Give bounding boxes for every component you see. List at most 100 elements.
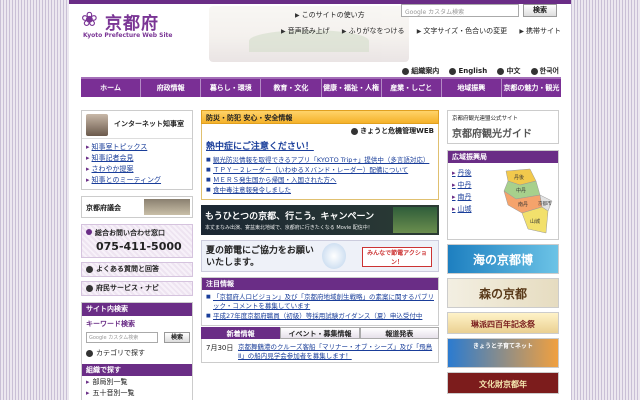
power-saving-banner[interactable]: 夏の節電にご協力をお願いいたします。 みんなで節電アクション！ bbox=[201, 240, 439, 272]
org-link[interactable]: 部局別一覧 bbox=[86, 377, 188, 388]
org-links: 部局別一覧 五十音別一覧 bbox=[82, 376, 192, 400]
flower-emblem-icon: ❀ bbox=[81, 7, 98, 31]
org-link[interactable]: 五十音別一覧 bbox=[86, 388, 188, 399]
tourism-guide-banner[interactable]: 京都府観光連盟公式サイト 京都府観光ガイド bbox=[447, 110, 559, 144]
contact-box[interactable]: 総合お問い合わせ窓口 075-411-5000 bbox=[81, 224, 193, 258]
map-label: 南丹 bbox=[518, 201, 528, 208]
language-links: 組織案内 English 中文 한국어 bbox=[394, 66, 559, 76]
phone-icon bbox=[86, 229, 92, 235]
notice-item[interactable]: 平成27年度京都府職員（初級）等採用試験ガイダンス（夏）申込受付中 bbox=[206, 312, 434, 321]
lang-korean[interactable]: 한국어 bbox=[530, 67, 559, 75]
notice-item[interactable]: 「京都府人口ビジョン」及び「京都府地域創生戦略」の素案に関するパブリック・コメン… bbox=[206, 293, 434, 311]
accessibility-links: ▶ 音声読み上げ ▶ ふりがなをつける ▶ 文字サイズ・色合いの変更 ▶ 携帯サイト bbox=[281, 26, 571, 36]
regional-office-box: 広域振興局 丹後 中丹 南丹 山城 丹後 中丹 南丹 京都市 bbox=[447, 150, 559, 240]
region-link[interactable]: 山城 bbox=[452, 203, 472, 215]
campaign-subtitle: 本丈まなみ出演、宴盆東北地域で、京都府に行きたくなる Movie 配信中！ bbox=[205, 225, 373, 231]
nav-home[interactable]: ホーム bbox=[81, 79, 142, 97]
safety-news-item[interactable]: 食中毒注意報発令しました bbox=[206, 185, 434, 195]
keyword-search-label: キーワード検索 bbox=[86, 320, 135, 328]
region-link[interactable]: 南丹 bbox=[452, 191, 472, 203]
news-link[interactable]: 京都舞鶴港のクルーズ客船「マリナー・オブ・シーズ」及び「飛鳥Ⅱ」の船内見学会参加… bbox=[238, 343, 434, 361]
campaign-image bbox=[393, 207, 437, 233]
right-column: 京都府観光連盟公式サイト 京都府観光ガイド 広域振興局 丹後 中丹 南丹 山城 bbox=[447, 110, 559, 394]
top-search-input[interactable]: Google カスタム検索 bbox=[401, 4, 519, 17]
council-label: 京都府議会 bbox=[86, 204, 121, 212]
guide-subtitle: 京都府観光連盟公式サイト bbox=[452, 116, 519, 122]
safety-news-list: 観光防災情報を取得できるアプリ「KYOTO Trip+」提供中（多言語対応） Ｔ… bbox=[206, 155, 434, 195]
safety-news-item[interactable]: ＴＰＹ－２レーダー（いわゆるＸバンド・レーダー）配備について bbox=[206, 165, 434, 175]
governor-link[interactable]: さわやか提案 bbox=[86, 164, 188, 175]
voice-reading-link[interactable]: ▶ 音声読み上げ bbox=[281, 27, 330, 35]
governor-link[interactable]: 知事記者会見 bbox=[86, 153, 188, 164]
arrow-icon: ▶ bbox=[416, 28, 422, 35]
site-guide-link[interactable]: ▶ このサイトの使い方 bbox=[295, 10, 365, 20]
nav-health[interactable]: 健康・福祉・人権 bbox=[322, 79, 382, 97]
governor-photo bbox=[86, 114, 108, 136]
umi-no-kyoto-banner[interactable]: 海の京都博 bbox=[447, 244, 559, 274]
nav-tourism[interactable]: 京都の魅力・観光 bbox=[502, 79, 561, 97]
center-column: 防災・防犯 安心・安全情報 きょうと危機管理WEB 熱中症にご注意ください！ 観… bbox=[201, 110, 439, 363]
side-search-input[interactable]: Google カスタム検索 bbox=[86, 332, 158, 343]
heatstroke-alert-link[interactable]: 熱中症にご注意ください！ bbox=[206, 139, 434, 152]
tab-press[interactable]: 報道発表 bbox=[359, 327, 439, 339]
crisis-web-link[interactable]: きょうと危機管理WEB bbox=[206, 126, 434, 136]
governor-box: インターネット知事室 知事室トピックス 知事記者会見 さわやか提案 知事とのミー… bbox=[81, 110, 193, 190]
lang-org-guide[interactable]: 組織案内 bbox=[402, 67, 439, 75]
tab-new-info[interactable]: 新着情報 bbox=[201, 327, 281, 339]
arrow-icon: ▶ bbox=[341, 28, 347, 35]
bullet-icon bbox=[86, 284, 93, 292]
rinpa-banner[interactable]: 琳派四百年記念祭 bbox=[447, 312, 559, 334]
right-background-stripe bbox=[571, 0, 640, 400]
global-nav: ホーム 府政情報 暮らし・環境 教育・文化 健康・福祉・人権 産業・しごと 地域… bbox=[81, 77, 561, 97]
nav-industry[interactable]: 産業・しごと bbox=[382, 79, 442, 97]
governor-header[interactable]: インターネット知事室 bbox=[82, 111, 192, 139]
faq-button[interactable]: よくある質問と回答 bbox=[81, 262, 193, 277]
safety-news-item[interactable]: ＭＥＲＳ発生国から帰国・入国された方へ bbox=[206, 175, 434, 185]
map-label: 山城 bbox=[530, 218, 540, 225]
childcare-banner[interactable]: きょうと子育てネット bbox=[447, 338, 559, 368]
mori-no-kyoto-banner[interactable]: 森の京都 bbox=[447, 278, 559, 308]
region-link[interactable]: 丹後 bbox=[452, 167, 472, 179]
bullet-icon bbox=[402, 67, 410, 75]
notice-box: 注目情報 「京都府人口ビジョン」及び「京都府地域創生戦略」の素案に関するパブリッ… bbox=[201, 277, 439, 326]
bullet-icon bbox=[497, 67, 505, 75]
mobile-site-link[interactable]: ▶ 携帯サイト bbox=[519, 27, 561, 35]
safety-news-item[interactable]: 観光防災情報を取得できるアプリ「KYOTO Trip+」提供中（多言語対応） bbox=[206, 155, 434, 165]
bullet-icon bbox=[530, 67, 538, 75]
service-navi-button[interactable]: 府民サービス・ナビ bbox=[81, 281, 193, 296]
council-banner[interactable]: 京都府議会 bbox=[81, 196, 193, 218]
lang-chinese[interactable]: 中文 bbox=[497, 67, 520, 75]
regional-links: 丹後 中丹 南丹 山城 bbox=[452, 167, 472, 215]
map-label: 中丹 bbox=[516, 187, 526, 194]
bullet-icon bbox=[351, 127, 359, 135]
power-saving-tag: みんなで節電アクション！ bbox=[362, 247, 432, 267]
contact-phone: 075-411-5000 bbox=[96, 240, 182, 253]
nav-government[interactable]: 府政情報 bbox=[141, 79, 202, 97]
campaign-banner[interactable]: もうひとつの京都、行こう。キャンペーン 本丈まなみ出演、宴盆東北地域で、京都府に… bbox=[201, 205, 439, 235]
category-search-link[interactable]: カテゴリで探す bbox=[82, 346, 192, 360]
governor-link[interactable]: 知事とのミーティング bbox=[86, 175, 188, 186]
governor-links: 知事室トピックス 知事記者会見 さわやか提案 知事とのミーティング bbox=[82, 139, 192, 189]
furigana-link[interactable]: ▶ ふりがなをつける bbox=[342, 27, 405, 35]
side-search-button[interactable]: 検索 bbox=[164, 332, 190, 343]
site-search-box: サイト内検索 キーワード検索 Google カスタム検索 検索 カテゴリで探す … bbox=[81, 302, 193, 400]
logo-japanese: 京都府 bbox=[105, 14, 159, 34]
region-link[interactable]: 中丹 bbox=[452, 179, 472, 191]
contact-label: 総合お問い合わせ窓口 bbox=[95, 229, 165, 237]
text-size-link[interactable]: ▶ 文字サイズ・色合いの変更 bbox=[417, 27, 507, 35]
bullet-icon bbox=[86, 265, 93, 273]
cultural-year-banner[interactable]: 文化財京都年 bbox=[447, 372, 559, 394]
top-search-button[interactable]: 検索 bbox=[523, 4, 557, 17]
bullet-icon bbox=[86, 349, 93, 357]
power-saving-title: 夏の節電にご協力をお願いいたします。 bbox=[206, 246, 314, 268]
news-tabs: 新着情報 イベント・募集情報 報道発表 bbox=[201, 327, 439, 339]
lang-english[interactable]: English bbox=[449, 67, 487, 75]
kyoto-map[interactable]: 丹後 中丹 南丹 京都市 山城 bbox=[486, 167, 558, 237]
tab-events[interactable]: イベント・募集情報 bbox=[280, 327, 360, 339]
nav-education[interactable]: 教育・文化 bbox=[261, 79, 322, 97]
governor-link[interactable]: 知事室トピックス bbox=[86, 142, 188, 153]
nav-regional[interactable]: 地域振興 bbox=[442, 79, 502, 97]
news-row: 7月30日 京都舞鶴港のクルーズ客船「マリナー・オブ・シーズ」及び「飛鳥Ⅱ」の船… bbox=[201, 339, 439, 363]
page: ❀ 京都府 Kyoto Prefecture Web Site ▶ このサイトの使… bbox=[69, 0, 571, 400]
nav-living[interactable]: 暮らし・環境 bbox=[201, 79, 262, 97]
